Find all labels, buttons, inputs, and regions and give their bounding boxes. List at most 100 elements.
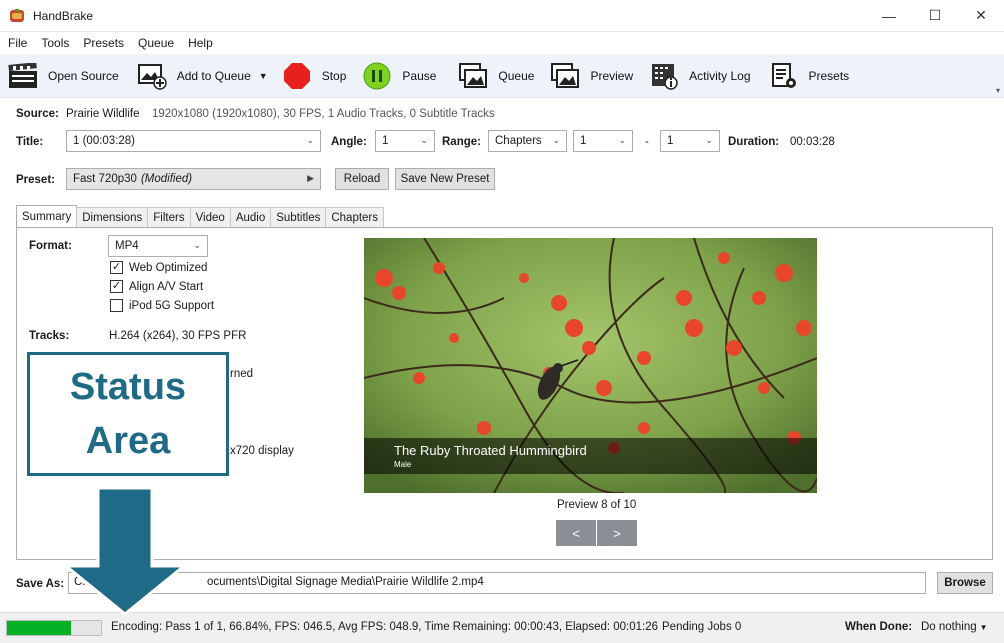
- tab-filters[interactable]: Filters: [147, 207, 191, 227]
- toolbar: Open Source Add to Queue ▼ Stop Pause Qu…: [0, 54, 1004, 98]
- save-as-input[interactable]: C:\U ocuments\Digital Signage Media\Prai…: [68, 572, 926, 594]
- queue-button[interactable]: Queue: [452, 58, 540, 94]
- when-done-value: Do nothing: [921, 621, 977, 633]
- range-start-dropdown[interactable]: 1 ⌄: [573, 130, 633, 152]
- tab-audio[interactable]: Audio: [229, 207, 272, 227]
- preview-image: The Ruby Throated Hummingbird Male: [364, 238, 817, 493]
- menu-presets[interactable]: Presets: [77, 36, 130, 50]
- tab-summary[interactable]: Summary: [16, 205, 78, 227]
- activity-log-icon: [649, 61, 679, 91]
- status-bar: Encoding: Pass 1 of 1, 66.84%, FPS: 046.…: [0, 612, 1004, 643]
- duration-label: Duration:: [728, 136, 780, 148]
- add-to-queue-label: Add to Queue: [176, 68, 251, 83]
- add-to-queue-icon: [137, 61, 167, 91]
- activity-log-button[interactable]: Activity Log: [643, 58, 756, 94]
- callout-line-1: Status: [69, 366, 187, 408]
- angle-value: 1: [382, 135, 389, 147]
- ipod-checkbox[interactable]: iPod 5G Support: [110, 299, 214, 312]
- chevron-down-icon: ⌄: [420, 135, 428, 145]
- duration-value: 00:03:28: [790, 136, 835, 148]
- source-name: Prairie Wildlife: [66, 108, 140, 120]
- queue-icon: [458, 61, 488, 91]
- angle-dropdown[interactable]: 1 ⌄: [375, 130, 435, 152]
- menu-help[interactable]: Help: [182, 36, 219, 50]
- open-source-label: Open Source: [48, 68, 119, 83]
- status-area-callout: Status Area: [27, 352, 229, 476]
- tracks-video: H.264 (x264), 30 FPS PFR: [109, 330, 247, 342]
- checkbox-empty-icon: [110, 299, 123, 312]
- stop-label: Stop: [321, 68, 347, 83]
- add-to-queue-button[interactable]: Add to Queue ▼: [131, 58, 274, 94]
- title-dropdown[interactable]: 1 (00:03:28) ⌄: [66, 130, 321, 152]
- caption-title: The Ruby Throated Hummingbird: [394, 443, 587, 458]
- toolbar-overflow-icon[interactable]: ▾: [996, 86, 1000, 95]
- title-value: 1 (00:03:28): [73, 135, 136, 147]
- title-label: Title:: [16, 136, 44, 148]
- range-end-dropdown[interactable]: 1 ⌄: [660, 130, 720, 152]
- stop-button[interactable]: Stop: [276, 58, 353, 94]
- align-av-label: Align A/V Start: [129, 280, 204, 293]
- tab-video[interactable]: Video: [189, 207, 231, 227]
- preview-button[interactable]: Preview: [544, 58, 639, 94]
- presets-icon: [769, 61, 799, 91]
- preview-label: Preview: [590, 68, 634, 83]
- tracks-partial: rned: [230, 368, 254, 380]
- preview-next-button[interactable]: >: [597, 520, 637, 546]
- web-optimized-checkbox[interactable]: ✓ Web Optimized: [110, 261, 207, 274]
- encode-progress-bar: [6, 620, 102, 636]
- pause-button[interactable]: Pause: [356, 58, 442, 94]
- format-value: MP4: [115, 240, 139, 252]
- window-title: HandBrake: [33, 8, 94, 23]
- pause-label: Pause: [402, 68, 437, 83]
- save-as-path-end: ocuments\Digital Signage Media\Prairie W…: [207, 576, 484, 588]
- preview-counter: Preview 8 of 10: [557, 499, 637, 511]
- range-mode-dropdown[interactable]: Chapters ⌄: [488, 130, 567, 152]
- format-label: Format:: [29, 240, 72, 252]
- chevron-down-icon[interactable]: ▼: [259, 71, 268, 81]
- menu-tools[interactable]: Tools: [35, 36, 75, 50]
- chevron-down-icon: ⌄: [705, 135, 713, 145]
- tab-dimensions[interactable]: Dimensions: [76, 207, 149, 227]
- preset-selector[interactable]: Fast 720p30 (Modified) ▶: [66, 168, 321, 190]
- source-info: 1920x1080 (1920x1080), 30 FPS, 1 Audio T…: [152, 108, 495, 120]
- close-button[interactable]: ✕: [958, 0, 1004, 31]
- preset-label: Preset:: [16, 174, 55, 186]
- tab-strip: Summary Dimensions Filters Video Audio S…: [16, 205, 385, 227]
- presets-label: Presets: [808, 68, 850, 83]
- presets-button[interactable]: Presets: [763, 58, 856, 94]
- preset-modified: (Modified): [140, 173, 193, 185]
- open-source-button[interactable]: Open Source: [2, 58, 125, 94]
- chevron-down-icon: ⌄: [552, 135, 560, 145]
- save-as-label: Save As:: [16, 578, 65, 590]
- tab-subtitles[interactable]: Subtitles: [270, 207, 327, 227]
- handbrake-app-icon: [10, 8, 24, 22]
- title-bar: HandBrake — ☐ ✕: [0, 0, 1004, 32]
- down-arrow-icon: [61, 486, 189, 616]
- queue-label: Queue: [498, 68, 535, 83]
- chevron-down-icon: ▼: [979, 623, 988, 632]
- maximize-button[interactable]: ☐: [912, 0, 958, 31]
- preview-icon: [550, 61, 580, 91]
- chevron-right-icon: ▶: [307, 173, 314, 183]
- range-dash: -: [645, 136, 649, 148]
- format-dropdown[interactable]: MP4 ⌄: [108, 235, 208, 257]
- web-optimized-label: Web Optimized: [129, 261, 208, 274]
- minimize-button[interactable]: —: [866, 0, 912, 31]
- activity-log-label: Activity Log: [689, 68, 751, 83]
- range-start-value: 1: [580, 135, 587, 147]
- tab-chapters[interactable]: Chapters: [325, 207, 385, 227]
- menu-bar: File Tools Presets Queue Help: [0, 32, 1004, 54]
- range-end-value: 1: [667, 135, 674, 147]
- save-new-preset-button[interactable]: Save New Preset: [395, 168, 495, 190]
- menu-queue[interactable]: Queue: [132, 36, 180, 50]
- when-done-dropdown[interactable]: Do nothing ▼: [921, 621, 988, 633]
- browse-button[interactable]: Browse: [937, 572, 993, 594]
- reload-button[interactable]: Reload: [335, 168, 389, 190]
- preview-caption: The Ruby Throated Hummingbird Male: [364, 438, 817, 474]
- encoding-status: Encoding: Pass 1 of 1, 66.84%, FPS: 046.…: [111, 621, 659, 633]
- align-av-checkbox[interactable]: ✓ Align A/V Start: [110, 280, 203, 293]
- menu-file[interactable]: File: [2, 36, 33, 50]
- preview-prev-button[interactable]: <: [556, 520, 596, 546]
- encode-progress-fill: [7, 621, 71, 635]
- tracks-label: Tracks:: [29, 330, 70, 342]
